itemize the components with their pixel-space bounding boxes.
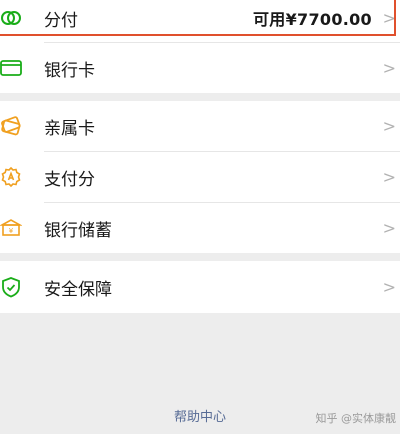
menu-item-label: 分付 [44,10,78,31]
chevron-right-icon: > [382,116,396,136]
menu-item-payscore[interactable]: 支付分 > [0,152,400,202]
wallet-page: 分付 可用¥7700.00 > 银行卡 > 亲属卡 > 支付分 > ¥ 银行储蓄… [0,0,400,434]
payscore-icon [0,166,22,188]
menu-item-label: 支付分 [44,169,95,190]
shield-icon [0,276,22,298]
bank-building-icon: ¥ [0,217,22,239]
svg-text:¥: ¥ [9,227,14,235]
group-security: 安全保障 > [0,261,400,313]
menu-item-label: 安全保障 [44,279,112,300]
group-payment: 分付 可用¥7700.00 > 银行卡 > [0,0,400,93]
menu-item-fenfu[interactable]: 分付 可用¥7700.00 > [0,0,400,36]
group-services: 亲属卡 > 支付分 > ¥ 银行储蓄 > [0,101,400,253]
chevron-right-icon: > [382,277,396,297]
menu-item-label: 银行卡 [44,60,95,81]
menu-item-security[interactable]: 安全保障 > [0,261,400,313]
menu-item-label: 亲属卡 [44,118,95,139]
menu-item-label: 银行储蓄 [44,220,112,241]
menu-item-bank-savings[interactable]: ¥ 银行储蓄 > [0,203,400,253]
section-gap [0,253,400,261]
chevron-right-icon: > [382,8,396,28]
family-card-icon [0,115,22,137]
fenfu-icon [0,7,22,29]
section-gap [0,93,400,101]
watermark: 知乎 @实体康靓 [315,412,397,425]
chevron-right-icon: > [382,167,396,187]
chevron-right-icon: > [382,218,396,238]
menu-item-bank-card[interactable]: 银行卡 > [0,43,400,93]
fenfu-available-amount: 可用¥7700.00 [252,10,372,29]
bank-card-icon [0,57,22,79]
chevron-right-icon: > [382,58,396,78]
menu-item-family-card[interactable]: 亲属卡 > [0,101,400,151]
